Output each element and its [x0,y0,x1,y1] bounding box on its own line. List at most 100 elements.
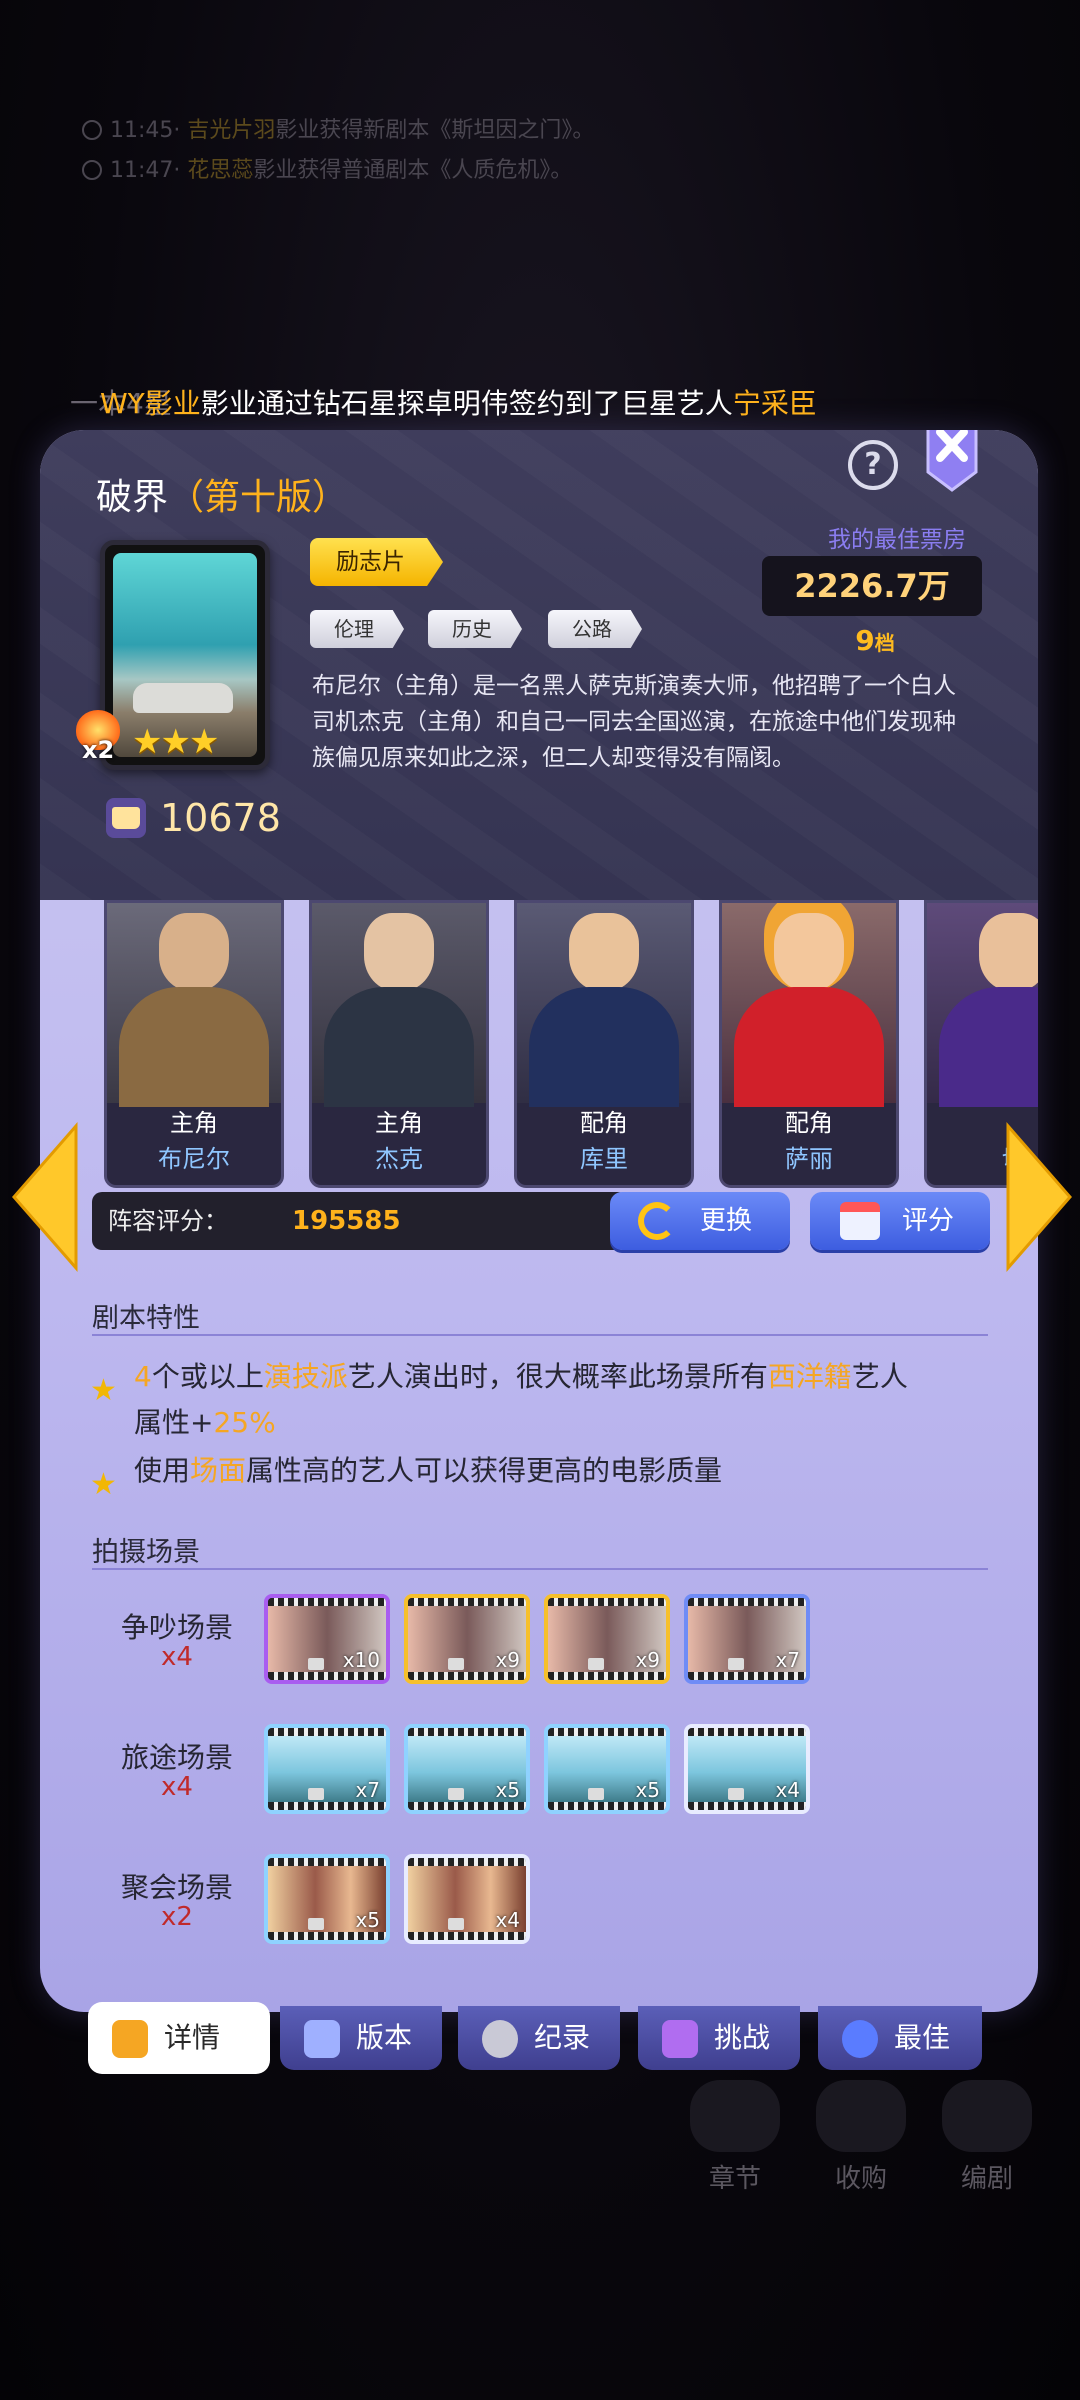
clock-icon [82,120,102,140]
cast-name: 杰克 [375,1145,423,1173]
fire-badge-icon: x2 [76,710,120,764]
bg-screenwriter-button: 编剧 [932,2080,1042,2195]
tab-details[interactable]: 详情 [88,2002,270,2074]
tag-road: 公路 [548,610,642,648]
clock-icon [82,160,102,180]
bg-chapter-button: 章节 [680,2080,790,2195]
scene-tile[interactable]: x10 [264,1594,390,1684]
close-button[interactable] [924,430,980,492]
cast-card-3[interactable]: 配角 库里 [514,900,694,1188]
section-title-features: 剧本特性 [92,1303,200,1334]
log-line-1: 11:45· 吉光片羽影业获得新剧本《斯坦因之门》。 [82,112,594,144]
scene-tile[interactable]: x9 [544,1594,670,1684]
scene-name: 聚会场景 [120,1871,233,1904]
book-icon [106,798,146,838]
scene-tile[interactable]: x7 [264,1724,390,1814]
cast-role: 主角 [170,1109,218,1137]
clipboard-icon [112,2020,148,2058]
film-synopsis: 布尼尔（主角）是一名黑人萨克斯演奏大师，他招聘了一个白人司机杰克（主角）和自己一… [312,673,956,771]
feature-1: 4个或以上演技派艺人演出时，很大概率此场景所有西洋籍艺人 属性+25% [134,1360,908,1439]
arrow-right-icon [1006,1122,1072,1272]
scene-count: x4 [161,1772,193,1802]
clapper-icon [728,1658,744,1670]
cast-portrait [517,903,691,1107]
clapper-icon [308,1918,324,1930]
scene-tile[interactable]: x9 [404,1594,530,1684]
divider [92,1568,988,1570]
rate-button[interactable]: 评分 [810,1192,990,1250]
refresh-icon [638,1202,676,1240]
divider [92,1334,988,1336]
script-detail-dialog: 破界（第十版） ? x2 ★★★ 10678 励志片 伦理 历史 公路 我的最佳… [40,430,1038,2012]
cast-card-4[interactable]: 配角 萨丽 [719,900,899,1188]
read-count: 10678 [106,796,281,840]
clapper-icon [448,1658,464,1670]
cast-portrait [722,903,896,1107]
calendar-icon [840,1202,880,1240]
prev-arrow-button[interactable] [10,1122,80,1272]
medal-icon [842,2020,878,2058]
feature-2: 使用场面属性高的艺人可以获得更高的电影质量 [134,1454,723,1487]
help-button[interactable]: ? [848,440,898,490]
scene-tile[interactable]: x5 [404,1724,530,1814]
cast-name: 库里 [580,1145,628,1173]
cast-name: 布尼尔 [158,1145,230,1173]
lineup-score-label: 阵容评分： [108,1207,228,1235]
clapper-icon [448,1918,464,1930]
tab-records[interactable]: 纪录 [458,2006,620,2070]
arrow-left-icon [12,1122,78,1272]
film-title: 破界（第十版） [96,477,349,518]
tab-best[interactable]: 最佳 [818,2006,982,2070]
lineup-score-value: 195585 [292,1206,401,1236]
cast-role: 主角 [375,1109,423,1137]
genre-tag: 励志片 [310,538,443,586]
star-icon: ★ [90,1467,117,1502]
clapper-icon [308,1658,324,1670]
clapper-icon [588,1788,604,1800]
cast-role: 配角 [785,1109,833,1137]
cast-role: 配角 [580,1109,628,1137]
clapper-icon [728,1788,744,1800]
crown-icon [662,2020,698,2058]
tab-version[interactable]: 版本 [280,2006,442,2070]
best-box-office-value: 2226.7万 [762,556,982,616]
scene-tile[interactable]: x4 [684,1724,810,1814]
scene-tile[interactable]: x4 [404,1854,530,1944]
scene-name: 争吵场景 [120,1611,233,1644]
log-line-2: 11:47· 花思蕊影业获得普通剧本《人质危机》。 [82,152,572,184]
cast-portrait [107,903,281,1107]
cast-portrait [927,903,1038,1107]
writer-avatar-icon [942,2080,1032,2152]
cast-card-2[interactable]: 主角 杰克 [309,900,489,1188]
film-version: （第十版） [168,477,349,518]
tag-ethics: 伦理 [310,610,404,648]
best-box-office-label: 我的最佳票房 [828,527,966,553]
bg-acquire-button: 收购 [806,2080,916,2195]
section-title-scenes: 拍摄场景 [92,1537,200,1568]
tab-challenge[interactable]: 挑战 [638,2006,800,2070]
clapper-icon [308,1788,324,1800]
records-icon [482,2020,518,2058]
question-card-icon [304,2020,340,2058]
tag-history: 历史 [428,610,522,648]
scene-name: 旅途场景 [120,1741,233,1774]
scene-tile[interactable]: x5 [544,1724,670,1814]
clapper-icon [448,1788,464,1800]
best-rank: 9档 [855,624,895,657]
star-icon: ★ [90,1373,117,1408]
scene-tile[interactable]: x7 [684,1594,810,1684]
handshake-icon [816,2080,906,2152]
cast-name: 萨丽 [785,1145,833,1173]
cast-portrait [312,903,486,1107]
clapper-icon [588,1658,604,1670]
swap-button[interactable]: 更换 [610,1192,790,1250]
scene-tile[interactable]: x5 [264,1854,390,1944]
scene-count: x4 [161,1642,193,1672]
film-star-rating: ★★★ [132,722,219,762]
scene-count: x2 [161,1902,193,1932]
cast-list[interactable]: 主角 布尼尔 主角 杰克 配角 库里 配角 萨丽 [104,900,1038,1192]
announcement-ticker: WY影业影业通过钻石星探卓明伟签约到了巨星艺人宁采臣 [100,387,817,420]
next-arrow-button[interactable] [1004,1122,1074,1272]
cast-card-1[interactable]: 主角 布尼尔 [104,900,284,1188]
chapter-icon [690,2080,780,2152]
